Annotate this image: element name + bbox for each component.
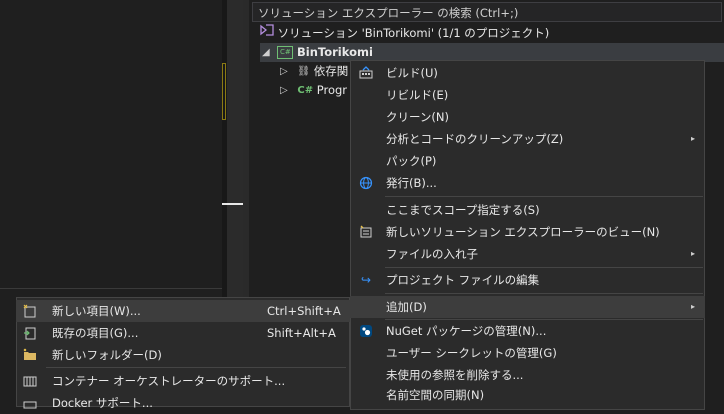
- menu-separator: [385, 267, 703, 268]
- submenu-item-label: 新しい項目(W)...: [52, 304, 141, 318]
- submenu-item-existing-item[interactable]: 既存の項目(G)... Shift+Alt+A: [16, 322, 350, 344]
- menu-item-label: 追加(D): [386, 300, 427, 314]
- submenu-item-container-orchestrator[interactable]: コンテナー オーケストレーターのサポート...: [16, 370, 350, 392]
- submenu-item-label: Docker サポート...: [52, 396, 153, 410]
- menu-item-label: 分析とコードのクリーンアップ(Z): [386, 132, 564, 146]
- menu-item-label: プロジェクト ファイルの編集: [386, 273, 540, 287]
- submenu-item-label: 新しいフォルダー(D): [52, 348, 162, 362]
- menu-item-clean[interactable]: クリーン(N): [350, 106, 705, 128]
- submenu-item-new-folder[interactable]: 新しいフォルダー(D): [16, 344, 350, 366]
- menu-item-label: NuGet パッケージの管理(N)...: [386, 324, 547, 338]
- menu-item-build[interactable]: ビルド(U): [350, 62, 705, 84]
- csharp-project-icon: C#: [277, 46, 294, 59]
- menu-item-label: ファイルの入れ子: [386, 247, 478, 261]
- menu-item-analyze-cleanup[interactable]: 分析とコードのクリーンアップ(Z) ▸: [350, 128, 705, 150]
- menu-separator: [385, 293, 703, 294]
- expand-collapse-icon[interactable]: ◢: [262, 43, 270, 62]
- docker-icon: [22, 396, 38, 410]
- submenu-item-label: コンテナー オーケストレーターのサポート...: [52, 374, 286, 388]
- container-icon: [22, 374, 38, 388]
- build-icon: [358, 66, 374, 80]
- tree-item-label: BinTorikomi: [297, 45, 373, 59]
- scrollbar-position-marker: [222, 203, 244, 205]
- menu-item-label: ユーザー シークレットの管理(G): [386, 346, 557, 360]
- menu-item-label: パック(P): [386, 154, 437, 168]
- menu-separator: [46, 367, 346, 368]
- new-view-icon: [358, 225, 374, 239]
- menu-item-rebuild[interactable]: リビルド(E): [350, 84, 705, 106]
- menu-item-remove-unused-references[interactable]: 未使用の参照を削除する...: [350, 364, 705, 386]
- submenu-arrow-icon: ▸: [690, 134, 695, 143]
- menu-item-publish[interactable]: 発行(B)...: [350, 172, 705, 194]
- menu-item-edit-project-file[interactable]: ↪ プロジェクト ファイルの編集: [350, 269, 705, 291]
- editor-divider: [0, 288, 222, 289]
- scrollbar-change-marker: [222, 63, 226, 120]
- nuget-icon: [358, 324, 374, 338]
- menu-item-label: 未使用の参照を削除する...: [386, 368, 524, 382]
- new-folder-icon: [22, 348, 38, 362]
- menu-item-file-nesting[interactable]: ファイルの入れ子 ▸: [350, 243, 705, 265]
- tree-item-solution[interactable]: ソリューション 'BinTorikomi' (1/1 のプロジェクト): [260, 24, 549, 43]
- submenu-arrow-icon: ▸: [690, 249, 695, 258]
- menu-separator: [385, 196, 703, 197]
- menu-item-label: ビルド(U): [386, 66, 438, 80]
- csharp-file-icon: C#: [297, 85, 314, 96]
- expand-icon[interactable]: ▷: [280, 62, 288, 81]
- menu-item-add[interactable]: 追加(D) ▸: [350, 296, 705, 318]
- submenu-item-new-item[interactable]: 新しい項目(W)... Ctrl+Shift+A: [16, 300, 350, 322]
- tree-item-program[interactable]: ▷ C# Progr: [280, 81, 347, 100]
- submenu-item-docker-support[interactable]: Docker サポート...: [16, 392, 350, 414]
- search-placeholder: ソリューション エクスプローラー の検索 (Ctrl+;): [258, 6, 519, 20]
- tree-item-label: Progr: [316, 83, 348, 97]
- menu-item-manage-nuget[interactable]: NuGet パッケージの管理(N)...: [350, 320, 705, 342]
- menu-item-scope-to-this[interactable]: ここまでスコープ指定する(S): [350, 199, 705, 221]
- existing-item-icon: [22, 326, 38, 340]
- tree-item-dependencies[interactable]: ▷ ⛓ 依存関: [280, 62, 348, 81]
- expand-icon[interactable]: ▷: [280, 81, 288, 100]
- submenu-item-label: 既存の項目(G)...: [52, 326, 139, 340]
- redo-arrow-icon: ↪: [360, 273, 372, 287]
- menu-item-label: ここまでスコープ指定する(S): [386, 203, 540, 217]
- menu-item-pack[interactable]: パック(P): [350, 150, 705, 172]
- menu-item-label: リビルド(E): [386, 88, 449, 102]
- menu-item-label: クリーン(N): [386, 110, 450, 124]
- editor-scrollbar[interactable]: [227, 0, 243, 300]
- tree-item-label: 依存関: [313, 64, 349, 78]
- globe-icon: [358, 176, 374, 190]
- dependencies-icon: ⛓: [297, 66, 311, 77]
- solution-icon: [260, 24, 274, 43]
- menu-item-manage-user-secrets[interactable]: ユーザー シークレットの管理(G): [350, 342, 705, 364]
- new-item-icon: [22, 304, 38, 318]
- tree-item-label: ソリューション 'BinTorikomi' (1/1 のプロジェクト): [277, 26, 550, 40]
- submenu-arrow-icon: ▸: [690, 302, 695, 311]
- menu-item-label: 新しいソリューション エクスプローラーのビュー(N): [386, 225, 660, 239]
- menu-item-new-solution-view[interactable]: 新しいソリューション エクスプローラーのビュー(N): [350, 221, 705, 243]
- shortcut-text: Shift+Alt+A: [267, 326, 336, 340]
- menu-item-label: 発行(B)...: [386, 176, 437, 190]
- shortcut-text: Ctrl+Shift+A: [267, 304, 341, 318]
